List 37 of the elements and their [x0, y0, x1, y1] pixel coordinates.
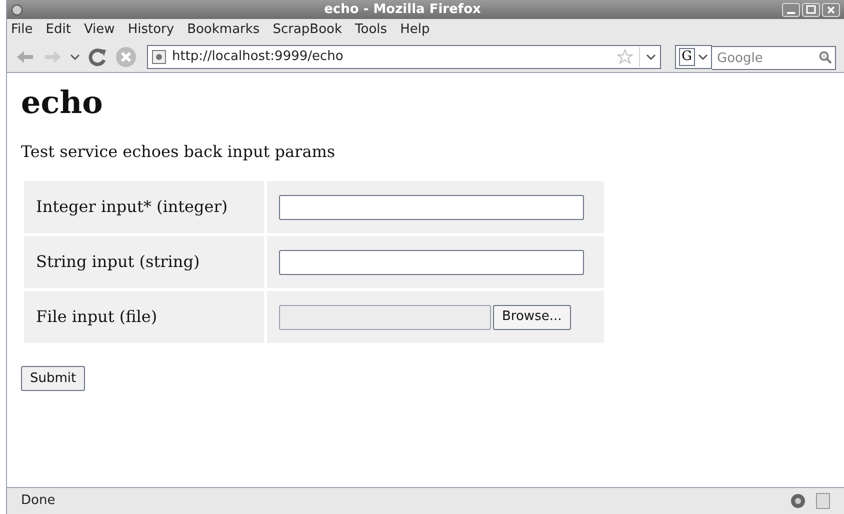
- menu-item[interactable]: View: [84, 20, 115, 40]
- status-text: Done: [21, 492, 56, 510]
- app-icon[interactable]: [11, 4, 23, 16]
- menu-item[interactable]: ScrapBook: [272, 20, 342, 40]
- menu-item[interactable]: History: [128, 20, 174, 40]
- browse-button[interactable]: Browse...: [493, 304, 571, 330]
- star-icon[interactable]: [616, 48, 633, 64]
- search-icon[interactable]: [818, 50, 832, 64]
- close-icon[interactable]: [822, 2, 840, 16]
- file-path-field[interactable]: [279, 304, 491, 330]
- dropdown-icon[interactable]: [646, 52, 656, 60]
- search-engine-button[interactable]: G: [674, 44, 712, 68]
- menu-item[interactable]: Bookmarks: [187, 20, 260, 40]
- input-field[interactable]: [279, 250, 584, 275]
- back-icon[interactable]: [15, 48, 35, 64]
- search-field[interactable]: Google: [712, 46, 836, 70]
- stop-icon[interactable]: [115, 46, 137, 68]
- field-label: String input (string): [36, 252, 200, 271]
- field-label: File input (file): [36, 307, 158, 326]
- address-bar[interactable]: http://localhost:9999/echo: [146, 44, 661, 68]
- panel-icon[interactable]: [816, 493, 830, 509]
- caret-icon: [698, 52, 708, 60]
- reload-icon[interactable]: [88, 46, 108, 66]
- window-title: echo - Mozilla Firefox: [324, 0, 481, 19]
- menu-item[interactable]: Help: [400, 20, 430, 40]
- input-field[interactable]: [279, 195, 584, 220]
- page-heading: echo: [21, 84, 104, 123]
- dropdown-icon[interactable]: [70, 52, 80, 60]
- description-text: Test service echoes back input params: [21, 141, 336, 163]
- menu-item[interactable]: File: [11, 20, 33, 40]
- menu-item[interactable]: Edit: [46, 20, 71, 40]
- page-icon: [152, 50, 166, 64]
- submit-button[interactable]: Submit: [21, 366, 86, 391]
- maximize-icon[interactable]: [802, 2, 820, 16]
- minimize-icon[interactable]: [782, 2, 800, 16]
- menu-item[interactable]: Tools: [355, 20, 388, 40]
- field-label: Integer input* (integer): [36, 197, 228, 216]
